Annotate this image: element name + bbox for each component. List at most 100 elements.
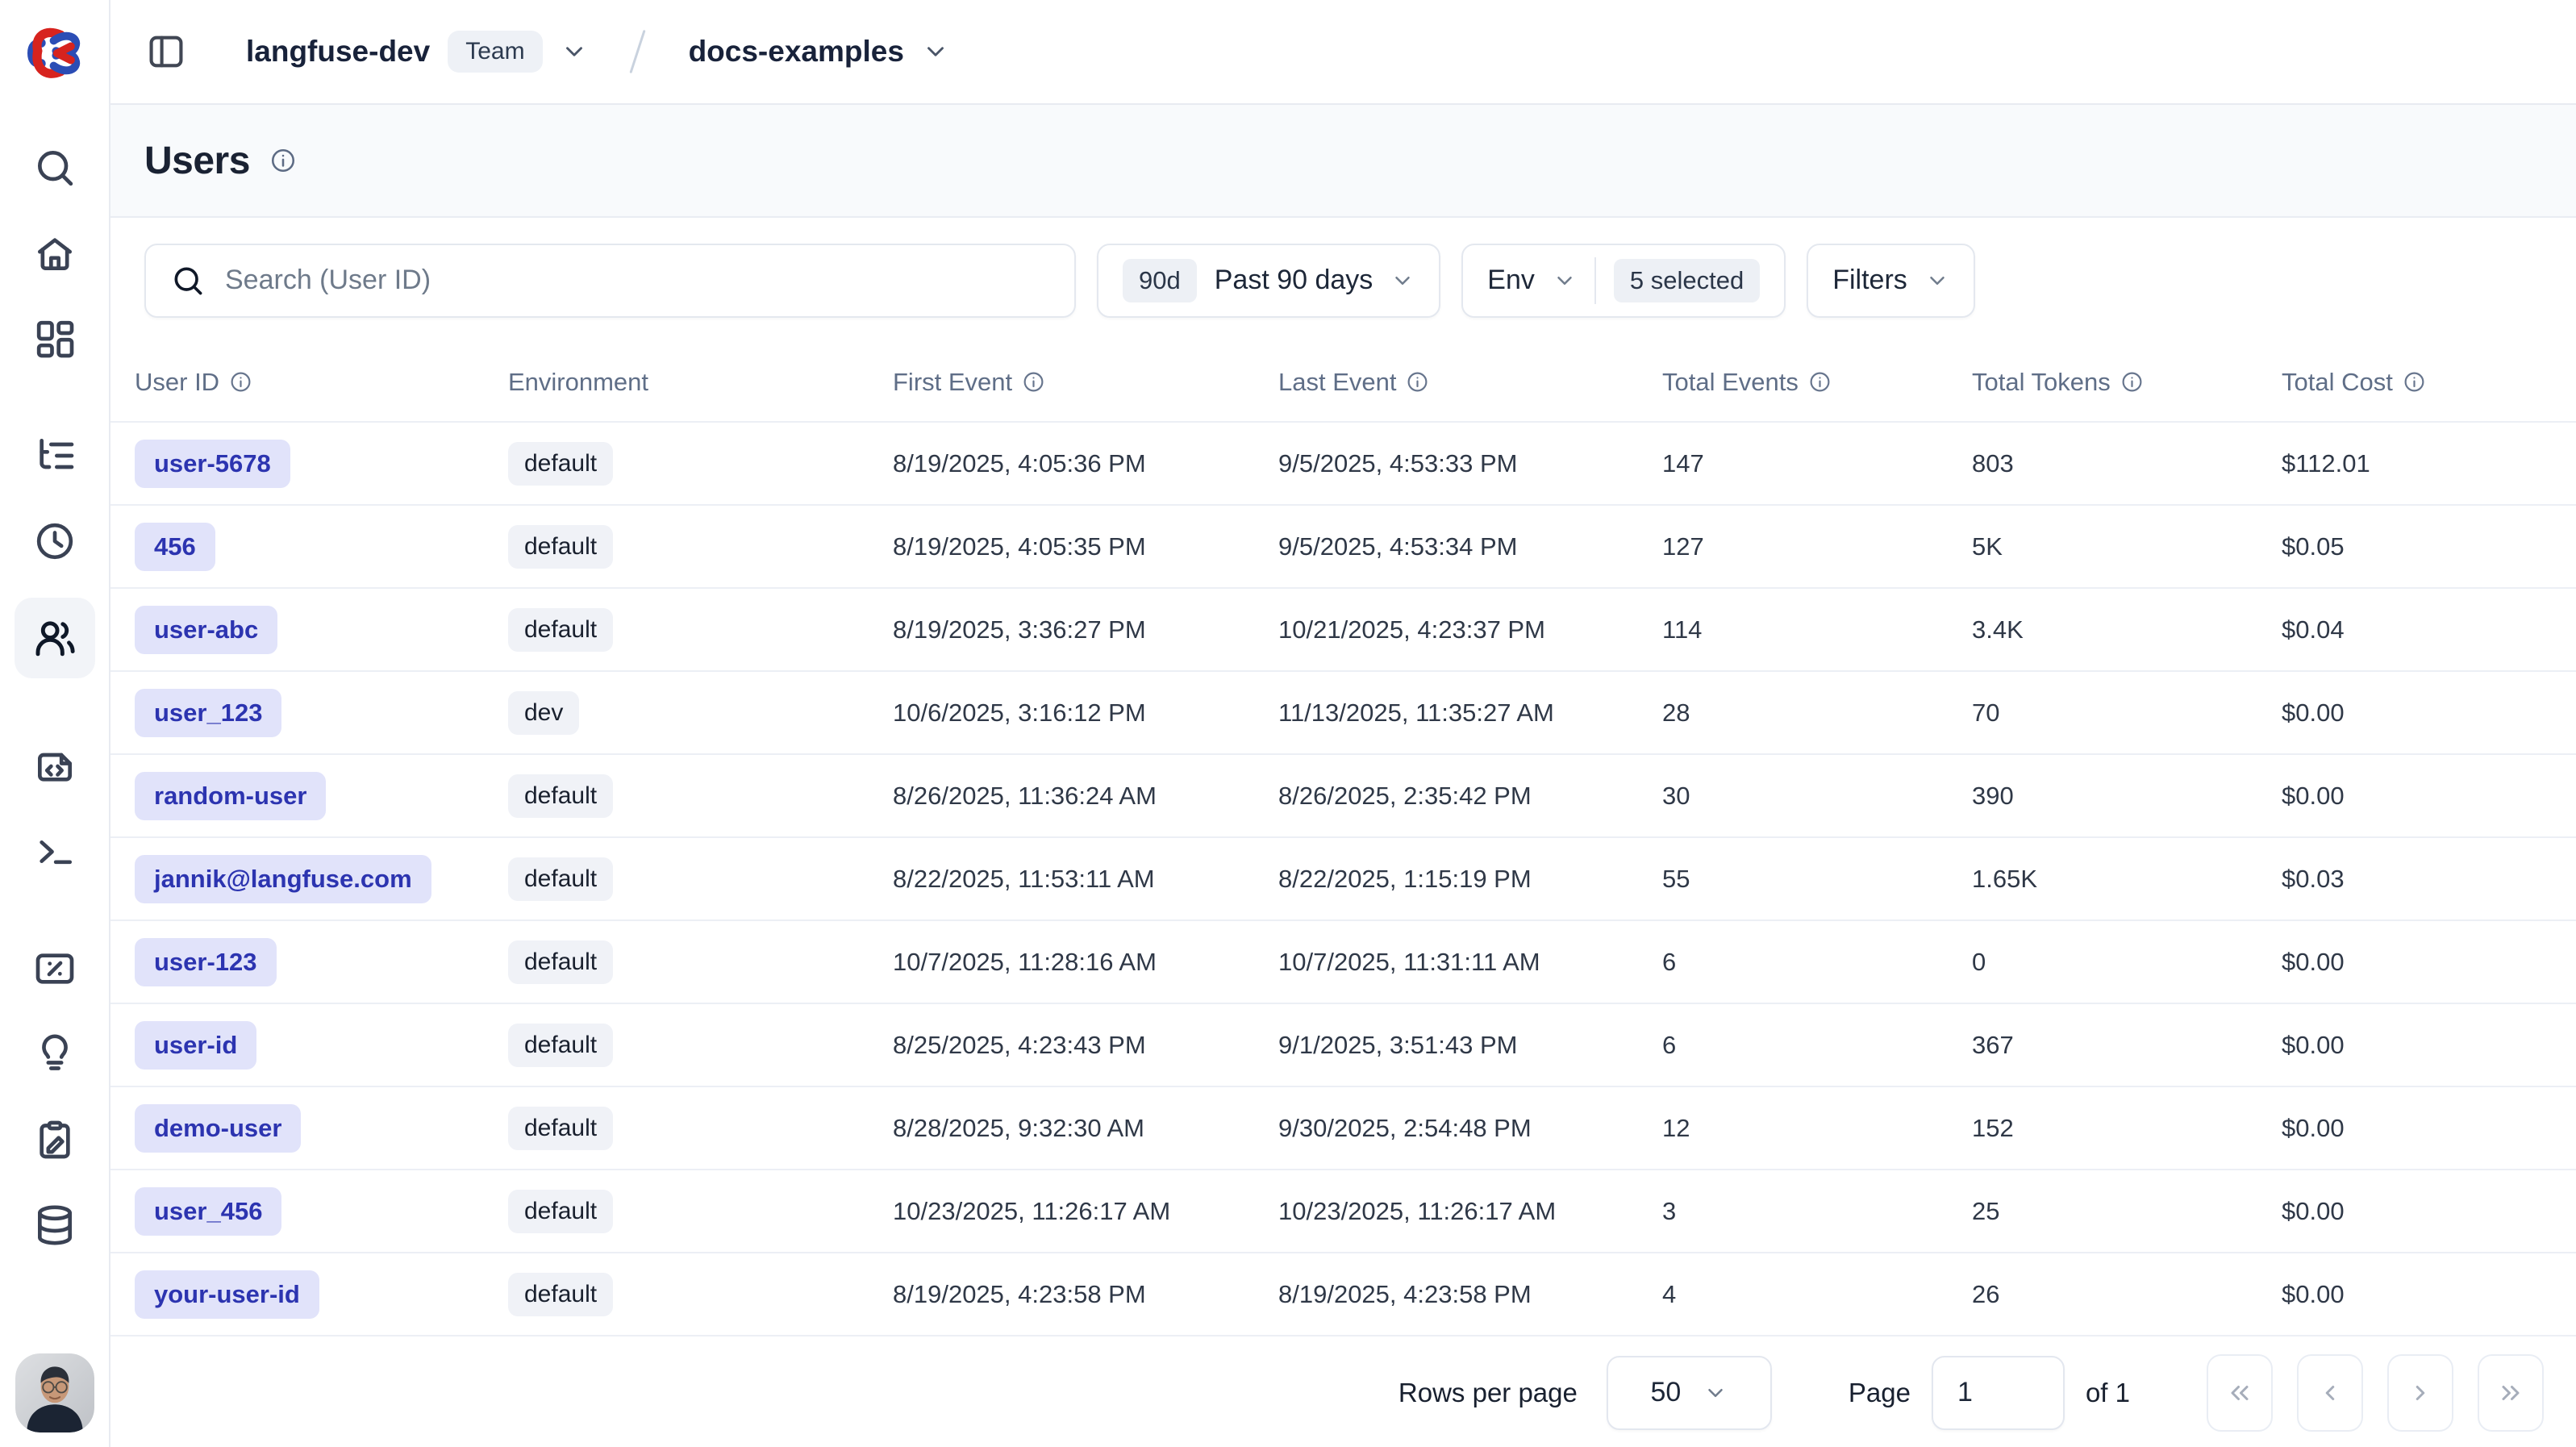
search-icon[interactable] bbox=[15, 139, 95, 197]
total-cost-cell: $0.05 bbox=[2257, 532, 2576, 561]
previous-page-button[interactable] bbox=[2297, 1354, 2363, 1432]
main-area: langfuse-dev Team docs-examples Users 90… bbox=[110, 0, 2576, 1447]
user-id-badge[interactable]: random-user bbox=[135, 772, 326, 820]
scores-percent-icon[interactable] bbox=[15, 940, 95, 998]
last-event-cell: 9/1/2025, 3:51:43 PM bbox=[1254, 1031, 1638, 1060]
users-table: User IDEnvironmentFirst EventLast EventT… bbox=[110, 343, 2576, 1336]
total-events-cell: 4 bbox=[1638, 1280, 1948, 1309]
total-tokens-cell: 3.4K bbox=[1948, 615, 2257, 644]
table-row[interactable]: jannik@langfuse.com default 8/22/2025, 1… bbox=[110, 836, 2576, 919]
column-header[interactable]: User ID bbox=[110, 368, 484, 397]
chevrons-left-icon bbox=[2225, 1378, 2254, 1407]
total-events-cell: 28 bbox=[1638, 698, 1948, 728]
user-id-badge[interactable]: user_456 bbox=[135, 1187, 281, 1236]
search-input[interactable] bbox=[225, 265, 1050, 296]
chevron-left-icon bbox=[2315, 1378, 2345, 1407]
last-event-cell: 11/13/2025, 11:35:27 AM bbox=[1254, 698, 1638, 728]
tracing-icon[interactable] bbox=[15, 427, 95, 485]
breadcrumb-divider bbox=[629, 30, 645, 73]
table-row[interactable]: user_456 default 10/23/2025, 11:26:17 AM… bbox=[110, 1169, 2576, 1252]
filters-label: Filters bbox=[1832, 265, 1907, 296]
chevron-down-icon bbox=[1390, 269, 1415, 293]
table-row[interactable]: demo-user default 8/28/2025, 9:32:30 AM … bbox=[110, 1086, 2576, 1169]
info-icon[interactable] bbox=[2120, 370, 2144, 394]
user-id-badge[interactable]: user-abc bbox=[135, 606, 277, 654]
datasets-database-icon[interactable] bbox=[15, 1196, 95, 1254]
environment-badge: default bbox=[508, 857, 613, 901]
user-id-badge[interactable]: user-id bbox=[135, 1021, 256, 1070]
topbar: langfuse-dev Team docs-examples bbox=[110, 0, 2576, 105]
info-icon[interactable] bbox=[1022, 370, 1045, 394]
chevron-down-icon bbox=[1925, 269, 1949, 293]
first-event-cell: 8/19/2025, 4:05:35 PM bbox=[869, 532, 1254, 561]
user-id-badge[interactable]: user-5678 bbox=[135, 440, 290, 488]
playground-terminal-icon[interactable] bbox=[15, 823, 95, 881]
next-page-button[interactable] bbox=[2387, 1354, 2453, 1432]
org-badge: Team bbox=[448, 31, 542, 73]
user-avatar[interactable] bbox=[15, 1353, 94, 1432]
last-page-button[interactable] bbox=[2478, 1354, 2544, 1432]
column-header[interactable]: Total Cost bbox=[2257, 368, 2576, 397]
environment-badge: default bbox=[508, 442, 613, 486]
info-icon[interactable] bbox=[229, 370, 252, 394]
dashboard-icon[interactable] bbox=[15, 310, 95, 368]
env-label: Env bbox=[1487, 265, 1535, 296]
users-icon[interactable] bbox=[15, 598, 95, 678]
first-event-cell: 8/19/2025, 3:36:27 PM bbox=[869, 615, 1254, 644]
sessions-clock-icon[interactable] bbox=[15, 512, 95, 570]
user-id-badge[interactable]: jannik@langfuse.com bbox=[135, 855, 431, 903]
sidebar-toggle-icon[interactable] bbox=[143, 28, 190, 75]
total-cost-cell: $0.00 bbox=[2257, 1031, 2576, 1060]
insights-lightbulb-icon[interactable] bbox=[15, 1025, 95, 1083]
column-header[interactable]: Total Events bbox=[1638, 368, 1948, 397]
table-row[interactable]: user-123 default 10/7/2025, 11:28:16 AM … bbox=[110, 919, 2576, 1003]
langfuse-logo[interactable] bbox=[0, 0, 109, 106]
info-icon[interactable] bbox=[269, 147, 297, 174]
total-events-cell: 3 bbox=[1638, 1197, 1948, 1226]
table-row[interactable]: user-5678 default 8/19/2025, 4:05:36 PM … bbox=[110, 421, 2576, 504]
info-icon[interactable] bbox=[1406, 370, 1429, 394]
column-header[interactable]: First Event bbox=[869, 368, 1254, 397]
info-icon[interactable] bbox=[2403, 370, 2426, 394]
home-icon[interactable] bbox=[15, 224, 95, 282]
page-header: Users bbox=[110, 105, 2576, 218]
table-row[interactable]: user_123 dev 10/6/2025, 3:16:12 PM 11/13… bbox=[110, 670, 2576, 753]
column-header[interactable]: Total Tokens bbox=[1948, 368, 2257, 397]
table-row[interactable]: your-user-id default 8/19/2025, 4:23:58 … bbox=[110, 1252, 2576, 1335]
chevron-right-icon bbox=[2406, 1378, 2435, 1407]
total-tokens-cell: 0 bbox=[1948, 948, 2257, 977]
user-id-badge[interactable]: user-123 bbox=[135, 938, 277, 986]
total-tokens-cell: 367 bbox=[1948, 1031, 2257, 1060]
total-tokens-cell: 1.65K bbox=[1948, 865, 2257, 894]
total-cost-cell: $0.03 bbox=[2257, 865, 2576, 894]
first-page-button[interactable] bbox=[2207, 1354, 2273, 1432]
table-row[interactable]: user-id default 8/25/2025, 4:23:43 PM 9/… bbox=[110, 1003, 2576, 1086]
page-number-input[interactable] bbox=[1932, 1356, 2065, 1430]
column-header[interactable]: Environment bbox=[484, 368, 869, 397]
environment-badge: dev bbox=[508, 691, 579, 735]
chevron-down-icon bbox=[1553, 269, 1577, 293]
org-selector[interactable]: langfuse-dev Team bbox=[246, 31, 588, 73]
info-icon[interactable] bbox=[1808, 370, 1832, 394]
rows-per-page-select[interactable]: 50 bbox=[1607, 1356, 1772, 1430]
user-id-badge[interactable]: 456 bbox=[135, 523, 215, 571]
table-row[interactable]: random-user default 8/26/2025, 11:36:24 … bbox=[110, 753, 2576, 836]
prompts-file-code-icon[interactable] bbox=[15, 737, 95, 795]
project-selector[interactable]: docs-examples bbox=[689, 35, 949, 69]
total-cost-cell: $0.00 bbox=[2257, 1280, 2576, 1309]
user-id-badge[interactable]: your-user-id bbox=[135, 1270, 319, 1319]
filters-button[interactable]: Filters bbox=[1807, 244, 1975, 318]
user-id-badge[interactable]: user_123 bbox=[135, 689, 281, 737]
total-cost-cell: $0.04 bbox=[2257, 615, 2576, 644]
annotation-clipboard-icon[interactable] bbox=[15, 1111, 95, 1169]
total-cost-cell: $112.01 bbox=[2257, 449, 2576, 478]
table-row[interactable]: user-abc default 8/19/2025, 3:36:27 PM 1… bbox=[110, 587, 2576, 670]
table-row[interactable]: 456 default 8/19/2025, 4:05:35 PM 9/5/20… bbox=[110, 504, 2576, 587]
column-header[interactable]: Last Event bbox=[1254, 368, 1638, 397]
date-range-button[interactable]: 90d Past 90 days bbox=[1097, 244, 1440, 318]
first-event-cell: 8/28/2025, 9:32:30 AM bbox=[869, 1114, 1254, 1143]
user-id-badge[interactable]: demo-user bbox=[135, 1104, 301, 1153]
langfuse-logo-icon bbox=[25, 26, 85, 81]
search-box bbox=[144, 244, 1076, 318]
environment-filter-button[interactable]: Env 5 selected bbox=[1461, 244, 1786, 318]
